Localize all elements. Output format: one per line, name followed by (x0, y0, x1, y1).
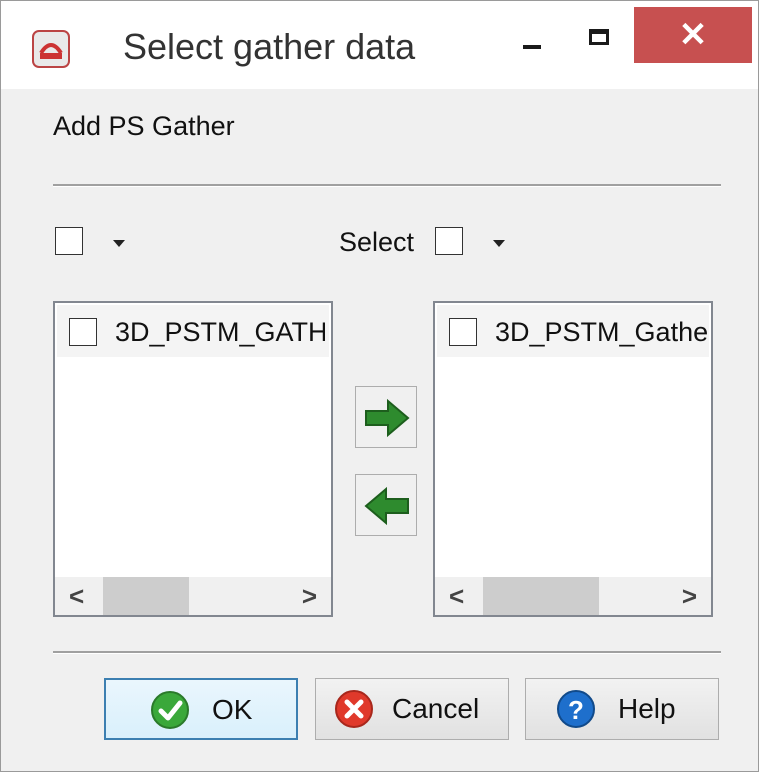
minimize-button[interactable] (501, 7, 563, 69)
list-item[interactable]: 3D_PSTM_GATHER (57, 305, 329, 357)
app-icon (32, 30, 70, 68)
selected-list[interactable]: 3D_PSTM_Gather < > (433, 301, 713, 617)
add-to-selection-button[interactable] (355, 386, 417, 448)
scroll-right-icon[interactable]: > (302, 577, 317, 615)
help-icon: ? (557, 690, 595, 728)
chevron-down-icon[interactable] (113, 240, 125, 247)
minimize-icon (523, 45, 541, 49)
maximize-button[interactable] (567, 7, 629, 69)
section-label: Add PS Gather (53, 111, 235, 141)
list-item[interactable]: 3D_PSTM_Gather (437, 305, 709, 357)
scroll-thumb[interactable] (103, 577, 189, 615)
left-select-all-checkbox[interactable] (55, 227, 83, 255)
horizontal-scrollbar[interactable]: < > (435, 577, 711, 615)
source-list[interactable]: 3D_PSTM_GATHER < > (53, 301, 333, 617)
bottom-separator (53, 651, 721, 654)
cancel-button-label: Cancel (392, 693, 480, 724)
cancel-button[interactable]: Cancel (315, 678, 509, 740)
dialog-body: Add PS Gather Select 3D_PSTM_GATHER < > (1, 89, 758, 771)
close-button[interactable]: ✕ (634, 7, 752, 63)
remove-from-selection-button[interactable] (355, 474, 417, 536)
dialog-window: Select gather data ✕ Add PS Gather Selec… (0, 0, 759, 772)
svg-text:?: ? (568, 695, 584, 725)
maximize-icon (589, 29, 609, 45)
scroll-right-icon[interactable]: > (682, 577, 697, 615)
ok-button-label: OK (212, 694, 253, 725)
scroll-thumb[interactable] (483, 577, 599, 615)
list-item-label: 3D_PSTM_Gather (495, 317, 709, 347)
arrow-left-icon (364, 486, 409, 526)
close-icon: ✕ (678, 16, 708, 54)
scroll-left-icon[interactable]: < (69, 577, 84, 615)
scroll-left-icon[interactable]: < (449, 577, 464, 615)
help-button[interactable]: ? Help (525, 678, 719, 740)
title-bar[interactable]: Select gather data ✕ (1, 1, 758, 89)
list-item-checkbox[interactable] (449, 318, 477, 346)
check-icon (151, 691, 189, 729)
arrow-right-icon (365, 398, 410, 438)
select-label: Select (339, 227, 415, 257)
list-item-label: 3D_PSTM_GATHER (115, 317, 325, 347)
chevron-down-icon[interactable] (493, 240, 505, 247)
help-button-label: Help (618, 693, 676, 724)
right-select-all-checkbox[interactable] (435, 227, 463, 255)
cancel-icon (335, 690, 373, 728)
window-title: Select gather data (123, 26, 416, 67)
ok-button[interactable]: OK (104, 678, 298, 740)
list-item-checkbox[interactable] (69, 318, 97, 346)
horizontal-scrollbar[interactable]: < > (55, 577, 331, 615)
top-separator (53, 184, 721, 187)
